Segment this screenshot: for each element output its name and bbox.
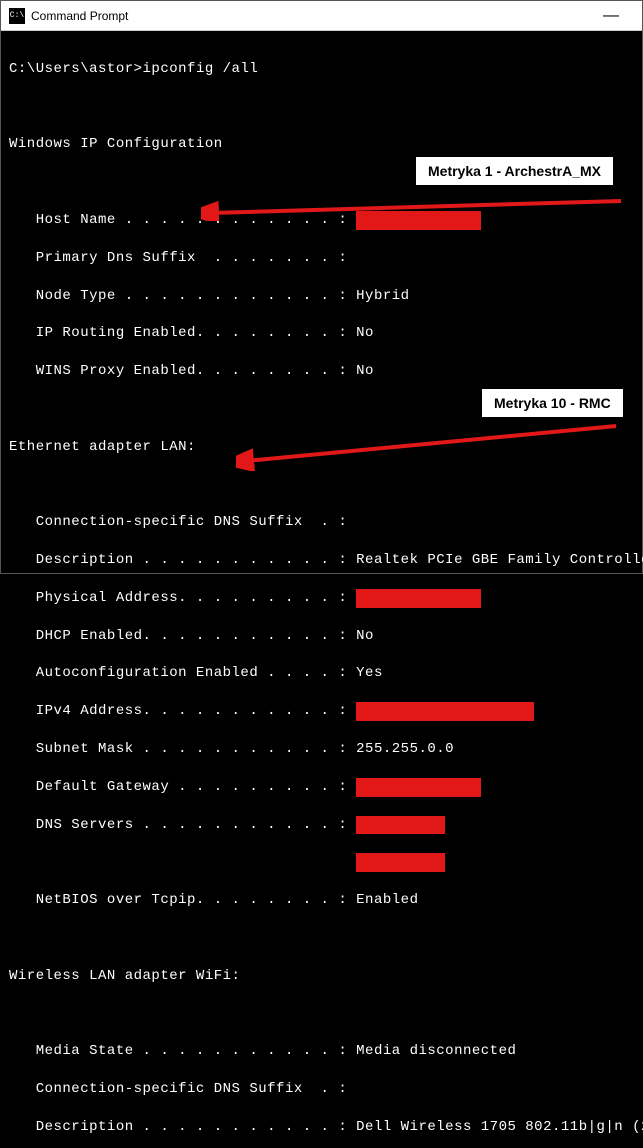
eth-dns-value: ██████████ bbox=[356, 816, 445, 835]
wifi-dns-suffix: Connection-specific DNS Suffix . : bbox=[9, 1080, 634, 1099]
minimize-button[interactable]: — bbox=[588, 7, 634, 25]
wifi-media-label: Media State . . . . . . . . . . . : bbox=[9, 1042, 356, 1061]
eth-subnet-label: Subnet Mask . . . . . . . . . . . : bbox=[9, 740, 356, 759]
node-type-value: Hybrid bbox=[356, 287, 409, 306]
ip-routing-label: IP Routing Enabled. . . . . . . . : bbox=[9, 324, 356, 343]
wifi-desc-label: Description . . . . . . . . . . . : bbox=[9, 1118, 356, 1137]
eth-autoconf-value: Yes bbox=[356, 664, 383, 683]
eth-dns-label: DNS Servers . . . . . . . . . . . : bbox=[9, 816, 356, 835]
window-titlebar: C:\ Command Prompt — bbox=[1, 1, 642, 31]
eth-dhcp-value: No bbox=[356, 627, 374, 646]
wifi-adapter-header: Wireless LAN adapter WiFi: bbox=[9, 967, 634, 986]
eth-desc-value: Realtek PCIe GBE Family Controller bbox=[356, 551, 643, 570]
prompt-command: ipconfig /all bbox=[143, 60, 259, 79]
wifi-media-value: Media disconnected bbox=[356, 1042, 516, 1061]
annotation-1: Metryka 1 - ArchestrA_MX bbox=[415, 156, 614, 186]
eth-gateway-value: ██████████████ bbox=[356, 778, 481, 797]
eth-desc-label: Description . . . . . . . . . . . : bbox=[9, 551, 356, 570]
eth-autoconf-label: Autoconfiguration Enabled . . . . : bbox=[9, 664, 356, 683]
primary-dns-suffix: Primary Dns Suffix . . . . . . . : bbox=[9, 249, 634, 268]
ip-routing-value: No bbox=[356, 324, 374, 343]
eth-subnet-value: 255.255.0.0 bbox=[356, 740, 454, 759]
eth-ipv4-value: ████████████████████ bbox=[356, 702, 534, 721]
eth-dhcp-label: DHCP Enabled. . . . . . . . . . . : bbox=[9, 627, 356, 646]
eth-netbios-label: NetBIOS over Tcpip. . . . . . . . : bbox=[9, 891, 356, 910]
window-title: Command Prompt bbox=[31, 9, 588, 23]
section-header: Windows IP Configuration bbox=[9, 135, 634, 154]
cmd-icon: C:\ bbox=[9, 8, 25, 24]
console-output[interactable]: C:\Users\astor>ipconfig /all Windows IP … bbox=[1, 31, 642, 1148]
eth-dns2-pad bbox=[9, 853, 356, 872]
prompt-path: C:\Users\astor> bbox=[9, 60, 143, 79]
eth-dns2-value: ██████████ bbox=[356, 853, 445, 872]
eth-phys-label: Physical Address. . . . . . . . . : bbox=[9, 589, 356, 608]
hostname-value: ██████████████ bbox=[356, 211, 481, 230]
hostname-label: Host Name . . . . . . . . . . . . : bbox=[9, 211, 356, 230]
wifi-desc-value: Dell Wireless 1705 802.11b|g|n (2.4GHZ) bbox=[356, 1118, 643, 1137]
wins-proxy-value: No bbox=[356, 362, 374, 381]
wins-proxy-label: WINS Proxy Enabled. . . . . . . . : bbox=[9, 362, 356, 381]
annotation-2: Metryka 10 - RMC bbox=[481, 388, 624, 418]
eth-ipv4-label: IPv4 Address. . . . . . . . . . . : bbox=[9, 702, 356, 721]
eth-phys-value: ██████████████ bbox=[356, 589, 481, 608]
eth-gateway-label: Default Gateway . . . . . . . . . : bbox=[9, 778, 356, 797]
eth-dns-suffix: Connection-specific DNS Suffix . : bbox=[9, 513, 634, 532]
eth-adapter-header: Ethernet adapter LAN: bbox=[9, 438, 634, 457]
node-type-label: Node Type . . . . . . . . . . . . : bbox=[9, 287, 356, 306]
eth-netbios-value: Enabled bbox=[356, 891, 418, 910]
